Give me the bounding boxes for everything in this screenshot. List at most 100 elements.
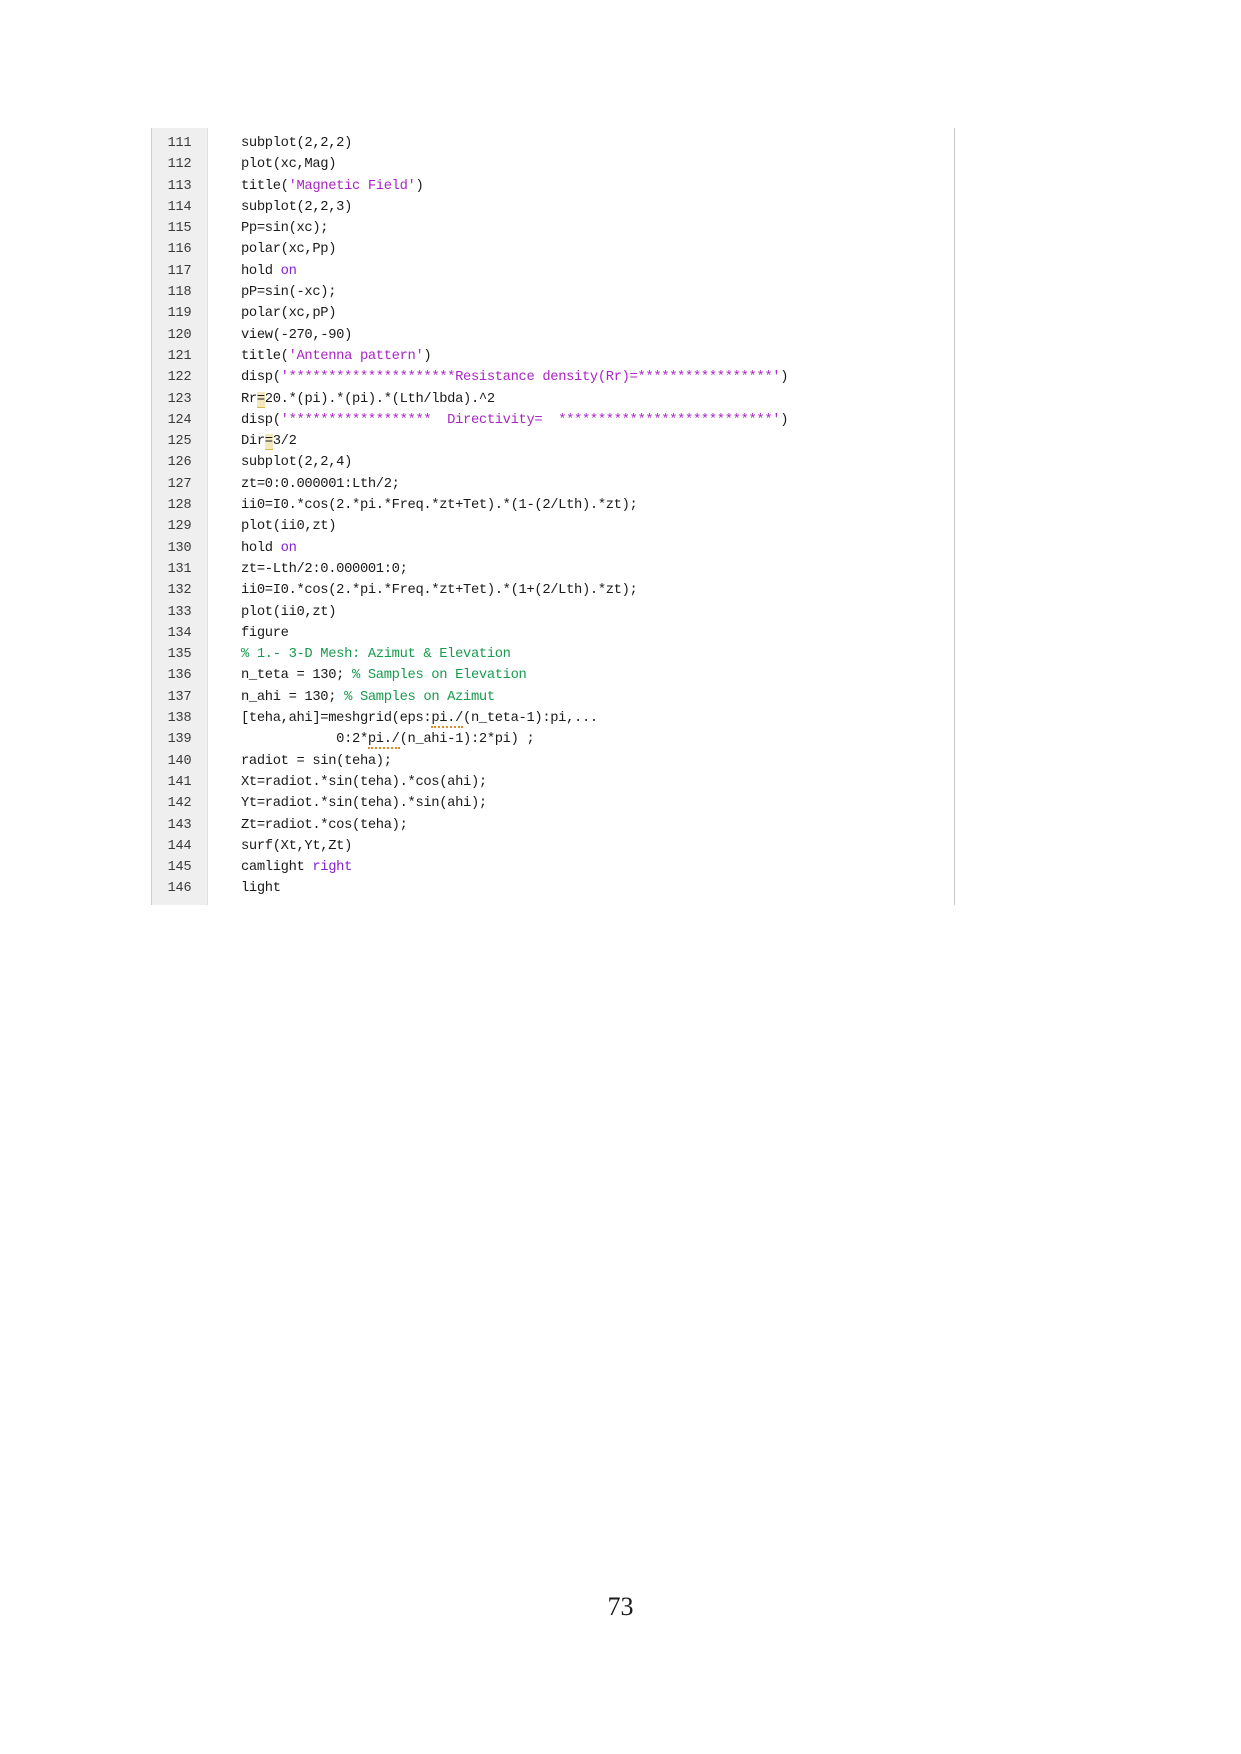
- line-number: 137: [167, 689, 192, 705]
- line-number: 111: [167, 136, 192, 151]
- code-line: subplot(2,2,4): [241, 452, 954, 473]
- code-token: (n_ahi-1):2*pi) ;: [399, 732, 535, 748]
- line-number: 118: [167, 285, 192, 301]
- code-token: subplot(2,2,2): [241, 136, 353, 151]
- code-line: plot(xc,Mag): [241, 154, 954, 175]
- line-number: 116: [167, 242, 192, 258]
- code-token: right: [312, 860, 353, 876]
- line-number-gutter: 111 112 113 114 115 116 117 118 119 120 121 122 123 1…: [152, 128, 208, 905]
- code-line: ii0=I0.*cos(2.*pi.*Freq.*zt+Tet).*(1-(2/…: [241, 495, 954, 516]
- code-line: figure: [241, 623, 954, 644]
- code-token: 'Magnetic Field': [288, 178, 416, 194]
- code-line: view(-270,-90): [241, 325, 954, 346]
- code-token: polar(xc,Pp): [241, 242, 337, 258]
- code-token: ii0=I0.*cos(2.*pi.*Freq.*zt+Tet).*(1+(2/…: [241, 583, 638, 599]
- code-line: disp('****************** Directivity= **…: [241, 410, 954, 431]
- line-number: 119: [167, 306, 192, 322]
- code-token: figure: [241, 625, 289, 641]
- code-token: =: [256, 391, 265, 408]
- code-token: Zt=radiot.*cos(teha);: [241, 817, 408, 833]
- code-token: disp(: [241, 412, 281, 428]
- code-token: hold: [241, 263, 281, 279]
- code-token: ): [423, 348, 432, 364]
- code-line: plot(ii0,zt): [241, 516, 954, 537]
- code-token: Xt=radiot.*sin(teha).*cos(ahi);: [241, 774, 487, 790]
- code-line: % 1.- 3-D Mesh: Azimut & Elevation: [241, 644, 954, 665]
- line-number: 138: [167, 711, 192, 727]
- code-line: Pp=sin(xc);: [241, 218, 954, 239]
- line-number: 121: [167, 348, 192, 364]
- code-line: light: [241, 878, 954, 899]
- line-number: 140: [167, 753, 192, 769]
- code-token: surf(Xt,Yt,Zt): [241, 838, 353, 854]
- line-number: 142: [167, 796, 192, 812]
- page-number: 73: [607, 1592, 634, 1621]
- code-token: pi./: [431, 711, 464, 729]
- line-number: 141: [167, 774, 192, 790]
- code-token: 'Antenna pattern': [288, 348, 424, 364]
- code-token: [teha,ahi]=meshgrid(eps:: [241, 711, 432, 727]
- code-token: disp(: [241, 370, 281, 386]
- code-token: n_teta = 130;: [241, 668, 353, 684]
- code-token: '*********************Resistance density…: [280, 370, 781, 386]
- line-number: 113: [167, 178, 192, 194]
- code-line: n_ahi = 130; % Samples on Azimut: [241, 687, 954, 708]
- code-token: ii0=I0.*cos(2.*pi.*Freq.*zt+Tet).*(1-(2/…: [241, 498, 638, 514]
- code-token: on: [280, 540, 297, 556]
- code-token: ): [415, 178, 424, 194]
- code-token: (n_teta-1):pi,...: [463, 711, 598, 727]
- code-token: Pp=sin(xc);: [241, 221, 329, 237]
- code-line: surf(Xt,Yt,Zt): [241, 836, 954, 857]
- code-line: subplot(2,2,2): [241, 133, 954, 154]
- line-number: 127: [167, 476, 192, 492]
- code-line: 0:2*pi./(n_ahi-1):2*pi) ;: [241, 729, 954, 750]
- code-token: pi./: [367, 732, 400, 750]
- code-token: view(-270,-90): [241, 327, 353, 343]
- code-token: radiot = sin(teha);: [241, 753, 392, 769]
- code-token: 0:2*: [241, 732, 368, 748]
- code-line: Xt=radiot.*sin(teha).*cos(ahi);: [241, 772, 954, 793]
- line-number: 124: [167, 412, 192, 428]
- code-line: title('Magnetic Field'): [241, 176, 954, 197]
- line-number: 117: [167, 263, 192, 279]
- line-number: 120: [167, 327, 192, 343]
- line-number: 126: [167, 455, 192, 471]
- code-token: ): [780, 412, 789, 428]
- code-line: Dir=3/2: [241, 431, 954, 452]
- code-token: Yt=radiot.*sin(teha).*sin(ahi);: [241, 796, 487, 812]
- code-column: subplot(2,2,2) plot(xc,Mag) title('Magneti…: [208, 128, 954, 905]
- line-number: 146: [167, 881, 192, 897]
- code-line: n_teta = 130; % Samples on Elevation: [241, 665, 954, 686]
- code-line: camlight right: [241, 857, 954, 878]
- line-number: 144: [167, 838, 192, 854]
- line-number: 128: [167, 498, 192, 514]
- line-number: 131: [167, 561, 192, 577]
- code-line: pP=sin(-xc);: [241, 282, 954, 303]
- code-token: polar(xc,pP): [241, 306, 337, 322]
- code-line: hold on: [241, 538, 954, 559]
- code-token: Rr: [241, 391, 257, 407]
- code-token: % 1.- 3-D Mesh: Azimut & Elevation: [241, 647, 511, 663]
- code-token: plot(ii0,zt): [241, 604, 337, 620]
- code-line: zt=0:0.000001:Lth/2;: [241, 474, 954, 495]
- line-number: 125: [167, 434, 192, 450]
- code-token: 20.*(pi).*(pi).*(Lth/lbda).^2: [264, 391, 495, 407]
- line-number: 129: [167, 519, 192, 535]
- code-listing: 111 112 113 114 115 116 117 118 119 120 121 122 123 1…: [151, 128, 955, 905]
- line-number: 139: [167, 732, 192, 748]
- code-token: =: [264, 434, 273, 451]
- code-token: pP=sin(-xc);: [241, 285, 337, 301]
- code-line: Yt=radiot.*sin(teha).*sin(ahi);: [241, 793, 954, 814]
- code-line: polar(xc,pP): [241, 303, 954, 324]
- code-line: plot(ii0,zt): [241, 602, 954, 623]
- code-line: polar(xc,Pp): [241, 239, 954, 260]
- code-line: [teha,ahi]=meshgrid(eps:pi./(n_teta-1):p…: [241, 708, 954, 729]
- code-token: Dir: [241, 434, 265, 450]
- line-number: 136: [167, 668, 192, 684]
- line-number: 135: [167, 647, 192, 663]
- line-number: 130: [167, 540, 192, 556]
- code-token: zt=0:0.000001:Lth/2;: [241, 476, 400, 492]
- code-line: radiot = sin(teha);: [241, 751, 954, 772]
- line-number: 133: [167, 604, 192, 620]
- code-token: ): [780, 370, 789, 386]
